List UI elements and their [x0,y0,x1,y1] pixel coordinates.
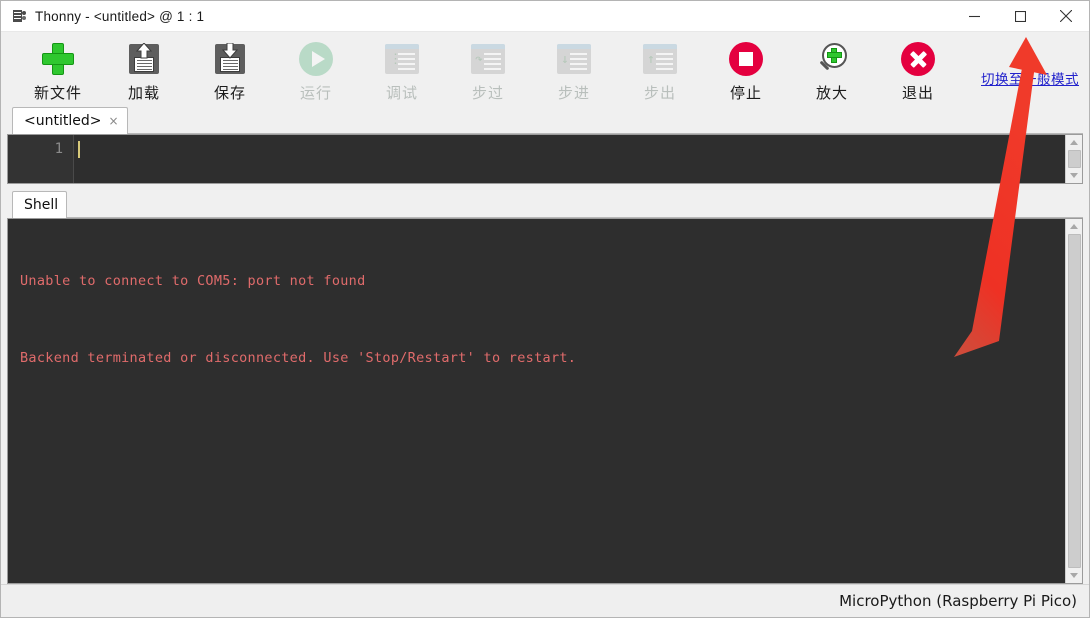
toolbar-button-debug[interactable]: ⋮ 调试 [359,35,445,105]
editor-scroll-down-arrow[interactable] [1067,168,1082,183]
step-over-icon: ↷ [468,39,508,79]
step-out-icon: ↑ [640,39,680,79]
shell-tab-bar: Shell [7,191,1083,218]
minimize-icon[interactable] [951,1,997,32]
step-into-icon: ↓ [554,39,594,79]
toolbar-label-step-out: 步出 [644,82,676,103]
shell-tab-label: Shell [24,197,58,213]
editor-text-area[interactable] [74,135,1065,183]
shell-scroll-up-arrow[interactable] [1067,219,1082,234]
title-bar: Thonny - <untitled> @ 1 : 1 [1,1,1089,32]
thonny-window: Thonny - <untitled> @ 1 : 1 新文件 [0,0,1090,618]
stop-icon [726,39,766,79]
thonny-icon [11,8,27,24]
editor-tab-untitled[interactable]: <untitled> × [12,107,128,134]
debug-icon: ⋮ [382,39,422,79]
close-icon[interactable] [1043,1,1089,32]
window-title: Thonny - <untitled> @ 1 : 1 [35,9,204,24]
toolbar-button-step-out[interactable]: ↑ 步出 [617,35,703,105]
new-file-plus-icon [38,39,78,79]
zoom-in-magnifier-icon [812,39,852,79]
editor-scroll-up-arrow[interactable] [1067,135,1082,150]
toolbar-label-load: 加载 [128,82,160,103]
toolbar-button-step-over[interactable]: ↷ 步过 [445,35,531,105]
editor-vertical-scrollbar[interactable] [1065,135,1082,183]
toolbar-label-step-over: 步过 [472,82,504,103]
maximize-icon[interactable] [997,1,1043,32]
shell-output[interactable]: Unable to connect to COM5: port not foun… [8,219,1065,583]
toolbar: 新文件 加载 [1,32,1089,107]
toolbar-button-new-file[interactable]: 新文件 [15,35,101,105]
toolbar-label-new-file: 新文件 [34,82,82,103]
code-editor[interactable]: 1 [7,134,1083,184]
toolbar-label-exit: 退出 [902,82,934,103]
shell-line-0: Unable to connect to COM5: port not foun… [20,271,1053,292]
window-controls [951,1,1089,32]
toolbar-button-save[interactable]: 保存 [187,35,273,105]
toolbar-label-debug: 调试 [386,82,418,103]
toolbar-button-step-into[interactable]: ↓ 步进 [531,35,617,105]
shell-scroll-down-arrow[interactable] [1067,568,1082,583]
editor-tab-close-icon[interactable]: × [108,114,118,128]
save-floppy-down-icon [210,39,250,79]
shell-vertical-scrollbar[interactable] [1065,219,1082,583]
shell-scroll-thumb[interactable] [1068,234,1081,568]
editor-tab-bar: <untitled> × [7,107,1083,134]
editor-line-numbers: 1 [8,135,74,183]
editor-scroll-thumb[interactable] [1068,150,1081,168]
shell-notebook: Shell Unable to connect to COM5: port no… [1,184,1089,584]
editor-scroll-track[interactable] [1067,150,1082,168]
toolbar-button-zoom-in[interactable]: 放大 [789,35,875,105]
toolbar-label-step-into: 步进 [558,82,590,103]
shell-panel[interactable]: Unable to connect to COM5: port not foun… [7,218,1083,584]
toolbar-label-save: 保存 [214,82,246,103]
text-caret [78,141,80,158]
toolbar-label-stop: 停止 [730,82,762,103]
toolbar-label-zoom-in: 放大 [816,82,848,103]
toolbar-label-run: 运行 [300,82,332,103]
toolbar-button-run[interactable]: 运行 [273,35,359,105]
status-bar: MicroPython (Raspberry Pi Pico) [1,584,1089,617]
toolbar-button-stop[interactable]: 停止 [703,35,789,105]
toolbar-button-exit[interactable]: 退出 [875,35,961,105]
interpreter-status[interactable]: MicroPython (Raspberry Pi Pico) [839,592,1077,610]
switch-to-regular-mode-link[interactable]: 切换至一般模式 [981,68,1079,88]
load-floppy-up-icon [124,39,164,79]
editor-tab-label: <untitled> [24,113,101,129]
editor-notebook: <untitled> × 1 [1,107,1089,184]
run-play-icon [296,39,336,79]
shell-line-1: Backend terminated or disconnected. Use … [20,348,1053,369]
exit-icon [898,39,938,79]
shell-scroll-track[interactable] [1067,234,1082,568]
toolbar-button-load[interactable]: 加载 [101,35,187,105]
shell-tab[interactable]: Shell [12,191,67,218]
